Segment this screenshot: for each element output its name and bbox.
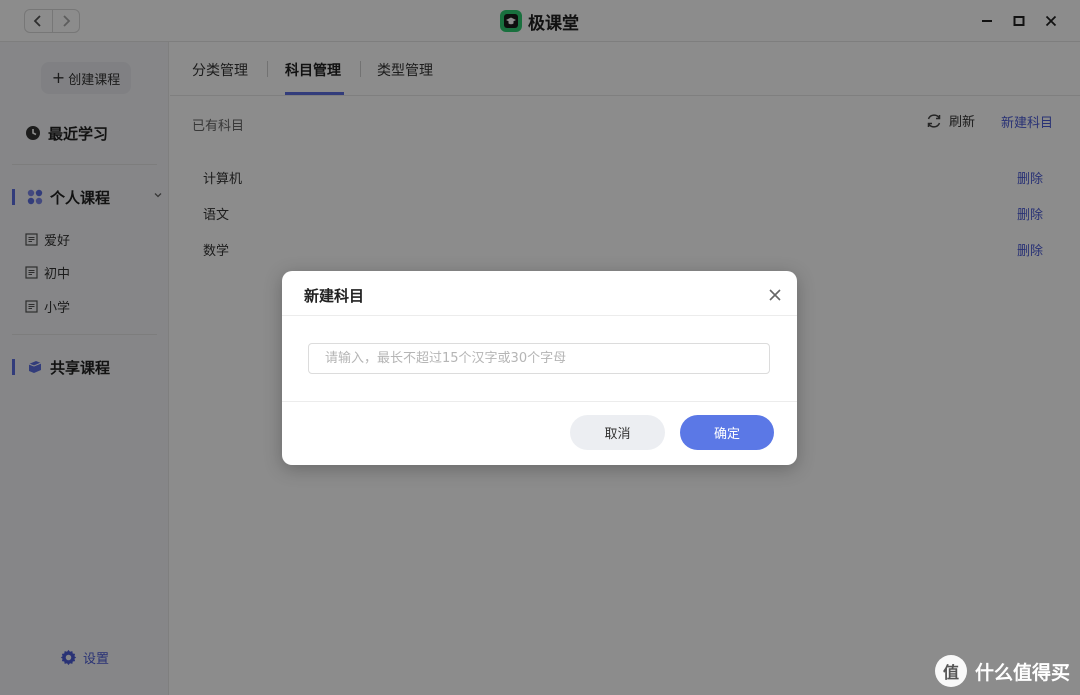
dialog-divider: [282, 315, 797, 316]
dialog-title: 新建科目: [304, 287, 365, 305]
confirm-button[interactable]: 确定: [680, 415, 774, 450]
site-watermark: 值 什么值得买: [934, 655, 1070, 687]
dialog-divider: [282, 401, 797, 402]
close-icon[interactable]: [767, 287, 783, 303]
new-subject-dialog: 新建科目 取消 确定: [282, 271, 797, 465]
subject-name-input[interactable]: [308, 343, 770, 374]
watermark-badge: 值: [934, 655, 967, 687]
cancel-button[interactable]: 取消: [570, 415, 665, 450]
watermark-text: 什么值得买: [974, 661, 1070, 684]
